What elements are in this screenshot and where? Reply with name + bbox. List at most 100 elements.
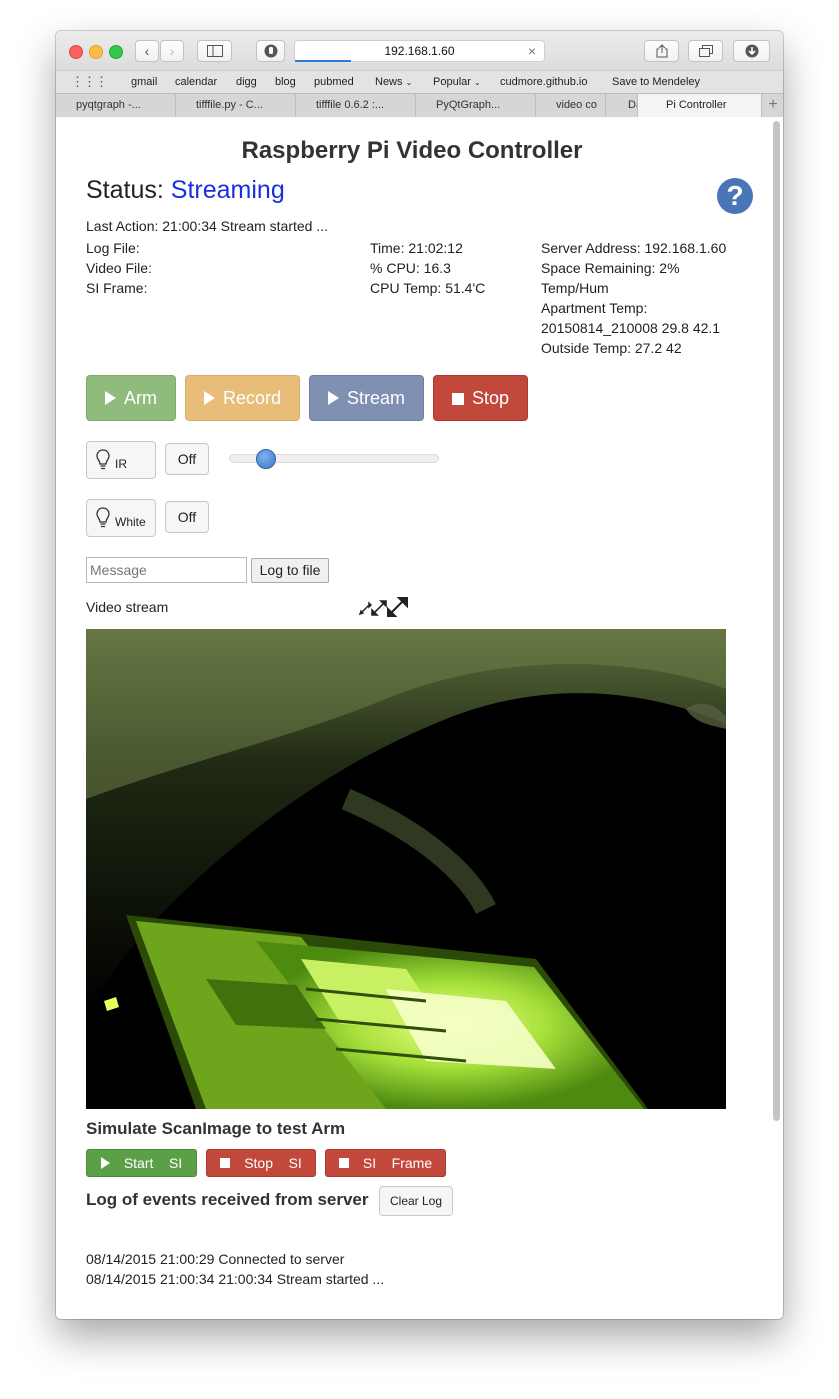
- play-icon: [327, 391, 339, 405]
- log-heading: Log of events received from server: [86, 1190, 369, 1209]
- minimize-window-button[interactable]: [89, 45, 103, 59]
- video-frame: [86, 629, 726, 1109]
- address-bar[interactable]: 192.168.1.60 ×: [294, 40, 545, 62]
- favorite-calendar[interactable]: calendar: [175, 76, 217, 88]
- favorite-news-label: News: [375, 76, 403, 88]
- favorites-bar: ⋮⋮⋮ gmail calendar digg blog pubmed News…: [56, 70, 783, 93]
- white-off-button[interactable]: Off: [165, 501, 209, 533]
- download-icon: [745, 44, 758, 58]
- start-si-label-2: SI: [168, 1155, 183, 1171]
- browser-window: ‹ › 192.168.1.60 × ⋮⋮⋮ gmail calendar di…: [56, 31, 783, 1319]
- scrollbar[interactable]: [773, 121, 780, 1121]
- shrink-video-icon[interactable]: [359, 601, 372, 616]
- arm-label: Arm: [124, 388, 157, 408]
- status-line: Status: Streaming: [86, 176, 285, 205]
- stop-icon: [220, 1158, 231, 1168]
- favorite-digg[interactable]: digg: [236, 76, 257, 88]
- ir-intensity-slider[interactable]: [229, 449, 439, 469]
- medium-video-icon[interactable]: [371, 600, 387, 616]
- video-stream: [86, 629, 726, 1109]
- expand-video-icon[interactable]: [387, 597, 408, 617]
- tab-bar: pyqtgraph -... tifffile.py - C... tifffi…: [56, 93, 783, 118]
- stop-loading-icon[interactable]: ×: [528, 41, 536, 61]
- start-si-button[interactable]: Start SI: [86, 1149, 197, 1177]
- plus-icon: +: [768, 96, 778, 113]
- stop-button[interactable]: Stop: [433, 375, 528, 421]
- back-button[interactable]: ‹: [135, 40, 159, 62]
- hand-icon: [264, 44, 277, 58]
- page-load-progress: [295, 60, 351, 62]
- close-window-button[interactable]: [69, 45, 83, 59]
- stop-icon: [451, 393, 464, 405]
- apartment-temp-value: 20150814_210008 29.8 42.1: [541, 320, 721, 336]
- favorite-news[interactable]: News ⌄: [375, 76, 412, 88]
- space-remaining: Space Remaining: 2%: [541, 260, 680, 276]
- tabs-overview-button[interactable]: [688, 40, 723, 62]
- stop-si-button[interactable]: Stop SI: [206, 1149, 316, 1177]
- file-info-column: Log File: Video File: SI Frame:: [86, 238, 152, 298]
- favorite-popular-label: Popular: [433, 76, 471, 88]
- ir-label: IR: [115, 457, 127, 471]
- slider-handle[interactable]: [256, 449, 276, 469]
- share-button[interactable]: [644, 40, 679, 62]
- si-frame-label: SI Frame:: [86, 280, 148, 296]
- tab-tifffile-062[interactable]: tifffile 0.6.2 :...: [296, 94, 416, 117]
- time-value: Time: 21:02:12: [370, 240, 463, 256]
- ir-off-button[interactable]: Off: [165, 443, 209, 475]
- favorite-cudmore[interactable]: cudmore.github.io: [500, 76, 587, 88]
- favorite-mendeley[interactable]: Save to Mendeley: [612, 76, 700, 88]
- cpu-value: % CPU: 16.3: [370, 260, 451, 276]
- chevron-down-icon: ⌄: [405, 78, 413, 87]
- grid-icon[interactable]: ⋮⋮⋮: [71, 74, 108, 90]
- tab-da[interactable]: Da: [606, 94, 638, 117]
- tab-pyqtgraph-2[interactable]: PyQtGraph...: [416, 94, 536, 117]
- page-content: Raspberry Pi Video Controller Status: St…: [56, 117, 783, 1319]
- log-to-file-button[interactable]: Log to file: [251, 558, 329, 583]
- stream-button[interactable]: Stream: [309, 375, 424, 421]
- downloads-button[interactable]: [733, 40, 770, 62]
- apartment-temp-label: Apartment Temp:: [541, 300, 648, 316]
- lightbulb-icon: [96, 449, 110, 470]
- favorite-pubmed[interactable]: pubmed: [314, 76, 354, 88]
- message-input[interactable]: [86, 557, 247, 583]
- chevron-down-icon: ⌄: [473, 78, 481, 87]
- log-entry: 08/14/2015 21:00:29 Connected to server: [86, 1251, 345, 1267]
- tab-pyqtgraph[interactable]: pyqtgraph -...: [56, 94, 176, 117]
- new-tab-button[interactable]: +: [763, 94, 783, 117]
- record-button[interactable]: Record: [185, 375, 300, 421]
- favorite-gmail[interactable]: gmail: [131, 76, 157, 88]
- ir-light-button[interactable]: IR: [86, 441, 156, 479]
- log-entry: 08/14/2015 21:00:34 21:00:34 Stream star…: [86, 1271, 385, 1287]
- outside-temp: Outside Temp: 27.2 42: [541, 340, 682, 356]
- page-title: Raspberry Pi Video Controller: [241, 137, 583, 164]
- white-light-button[interactable]: White: [86, 499, 156, 537]
- privacy-button[interactable]: [256, 40, 285, 62]
- si-frame-label-1: SI: [362, 1155, 377, 1171]
- tab-video[interactable]: video co: [536, 94, 606, 117]
- status-label: Status:: [86, 176, 164, 204]
- si-frame-button[interactable]: SI Frame: [325, 1149, 446, 1177]
- start-si-label-1: Start: [123, 1155, 154, 1171]
- server-info-column: Server Address: 192.168.1.60 Space Remai…: [541, 238, 726, 358]
- temp-hum-label: Temp/Hum: [541, 280, 609, 296]
- stop-label: Stop: [471, 388, 510, 408]
- chevron-left-icon: ‹: [144, 43, 150, 59]
- video-stream-label: Video stream: [86, 599, 169, 615]
- stop-si-label-1: Stop: [244, 1155, 273, 1171]
- lightbulb-icon: [96, 507, 110, 528]
- tab-pi-controller[interactable]: Pi Controller: [638, 94, 762, 117]
- tab-tifffile-py[interactable]: tifffile.py - C...: [176, 94, 296, 117]
- server-address: Server Address: 192.168.1.60: [541, 240, 727, 256]
- favorite-popular[interactable]: Popular ⌄: [433, 76, 481, 88]
- record-label: Record: [222, 388, 282, 408]
- help-button[interactable]: ?: [717, 178, 753, 214]
- forward-button[interactable]: ›: [160, 40, 184, 62]
- video-file-label: Video File:: [86, 260, 152, 276]
- clear-log-button[interactable]: Clear Log: [379, 1186, 453, 1216]
- zoom-window-button[interactable]: [109, 45, 123, 59]
- favorite-blog[interactable]: blog: [275, 76, 296, 88]
- sidebar-button[interactable]: [197, 40, 232, 62]
- play-icon: [203, 391, 215, 405]
- arm-button[interactable]: Arm: [86, 375, 176, 421]
- white-label: White: [115, 515, 146, 529]
